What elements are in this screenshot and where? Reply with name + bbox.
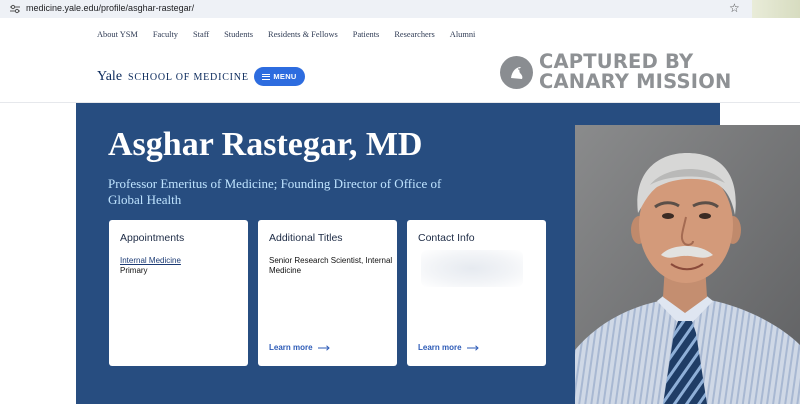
contact-learn-more-link[interactable]: Learn more — [418, 343, 479, 352]
nav-item-staff[interactable]: Staff — [193, 30, 209, 42]
bird-icon — [511, 67, 523, 79]
nav-item-faculty[interactable]: Faculty — [153, 30, 178, 42]
watermark-line1: CAPTURED BY — [539, 50, 694, 73]
learn-more-label: Learn more — [269, 343, 313, 352]
contact-info-card: Contact Info Learn more — [407, 220, 546, 366]
menu-button[interactable]: MENU — [254, 67, 305, 86]
additional-titles-title: Additional Titles — [269, 232, 343, 244]
additional-titles-card: Additional Titles Senior Research Scient… — [258, 220, 397, 366]
nav-item-alumni[interactable]: Alumni — [450, 30, 476, 42]
yale-medicine-logo[interactable]: Yale SCHOOL OF MEDICINE — [97, 67, 249, 85]
profile-photo — [575, 125, 800, 404]
profile-name: Asghar Rastegar, MD — [108, 126, 423, 163]
hamburger-icon — [262, 73, 271, 80]
redacted-contact-details — [421, 250, 523, 287]
browser-address-bar[interactable]: medicine.yale.edu/profile/asghar-rastega… — [0, 0, 800, 18]
top-navigation: About YSM Faculty Staff Students Residen… — [97, 30, 490, 42]
nav-item-about[interactable]: About YSM — [97, 30, 138, 42]
watermark-text: CAPTURED BY CANARY MISSION — [539, 52, 732, 92]
contact-info-title: Contact Info — [418, 232, 475, 244]
portrait-illustration — [575, 125, 800, 404]
profile-subtitle: Professor Emeritus of Medicine; Founding… — [108, 176, 442, 207]
url-text[interactable]: medicine.yale.edu/profile/asghar-rastega… — [26, 3, 194, 13]
bookmark-star-icon[interactable]: ☆ — [729, 1, 740, 15]
learn-more-label: Learn more — [418, 343, 462, 352]
logo-school-of-medicine: SCHOOL OF MEDICINE — [128, 72, 249, 83]
nav-item-researchers[interactable]: Researchers — [394, 30, 434, 42]
appointments-card: Appointments Internal Medicine Primary — [109, 220, 248, 366]
arrow-right-icon — [466, 344, 479, 351]
logo-yale: Yale — [97, 69, 123, 84]
nav-item-residents[interactable]: Residents & Fellows — [268, 30, 338, 42]
canary-mission-logo — [500, 56, 533, 89]
site-settings-icon[interactable] — [9, 3, 21, 15]
watermark-line2: CANARY MISSION — [539, 70, 732, 93]
menu-label: MENU — [273, 72, 297, 81]
appointment-type: Primary — [120, 266, 148, 275]
browser-extension-area — [752, 0, 800, 18]
nav-item-patients[interactable]: Patients — [353, 30, 380, 42]
arrow-right-icon — [317, 344, 330, 351]
additional-learn-more-link[interactable]: Learn more — [269, 343, 330, 352]
appointments-title: Appointments — [120, 232, 185, 244]
additional-title-text: Senior Research Scientist, Internal Medi… — [269, 256, 393, 275]
nav-item-students[interactable]: Students — [224, 30, 253, 42]
internal-medicine-link[interactable]: Internal Medicine — [120, 256, 181, 265]
